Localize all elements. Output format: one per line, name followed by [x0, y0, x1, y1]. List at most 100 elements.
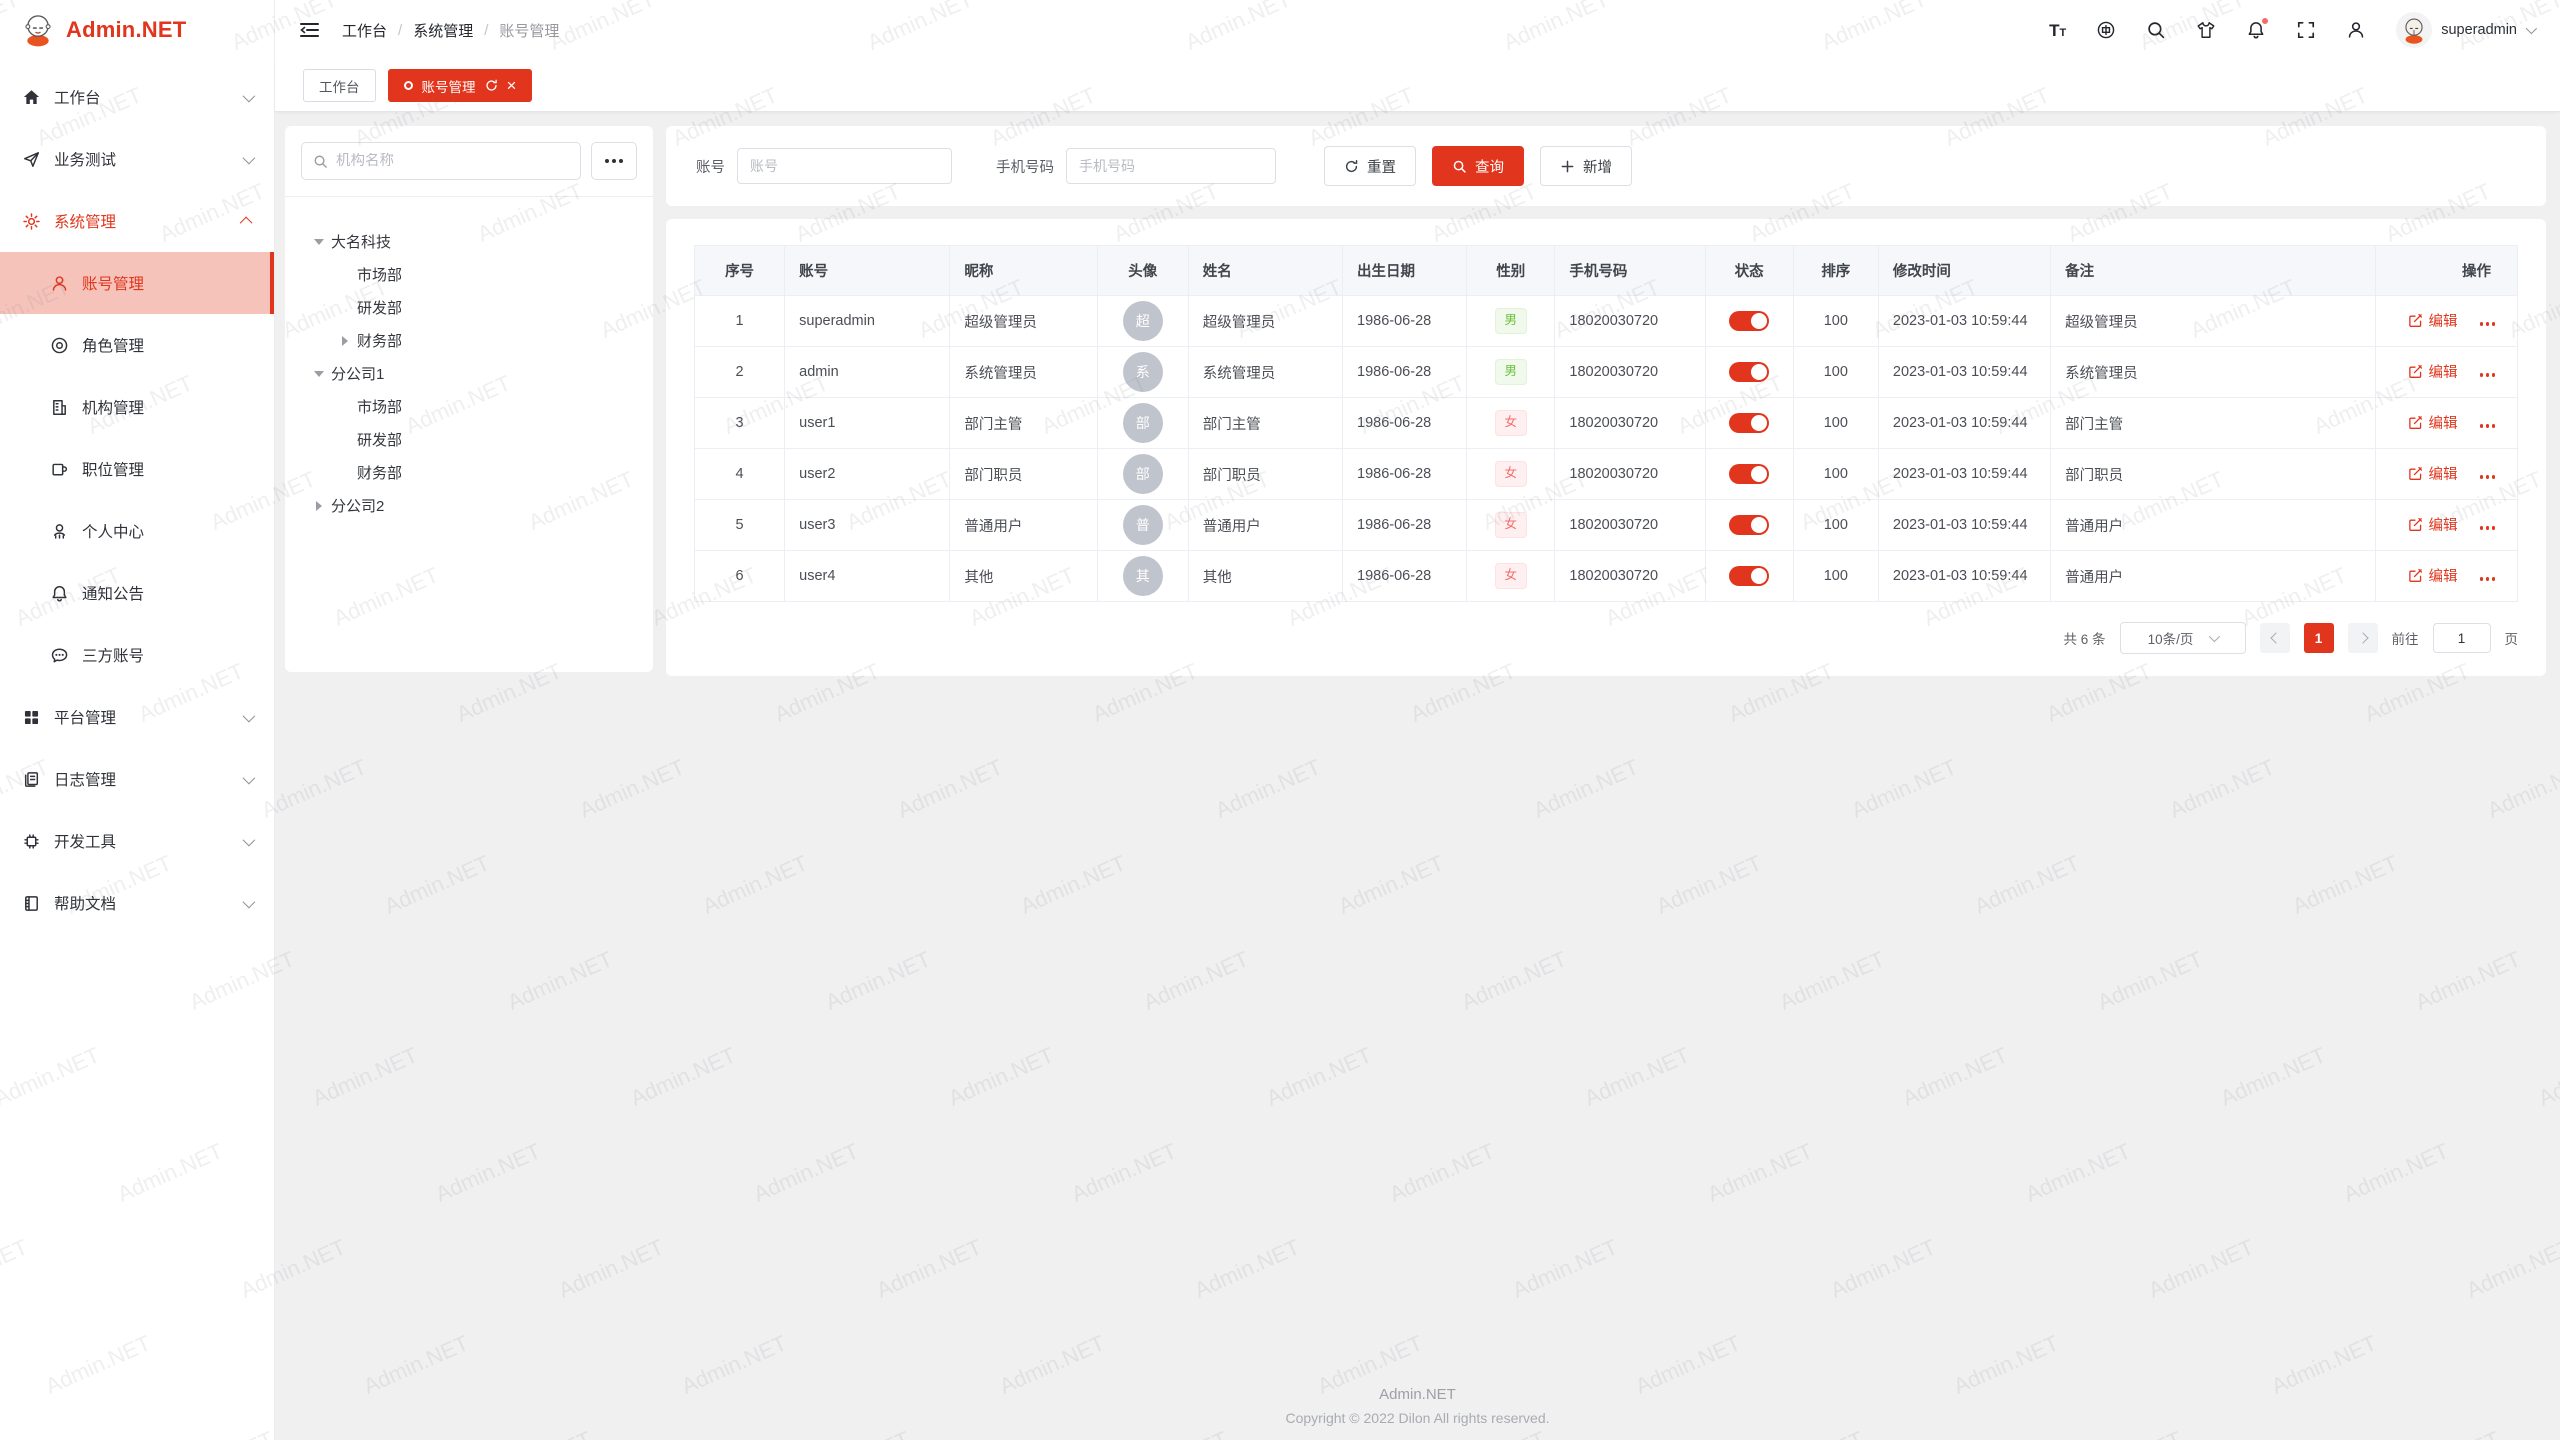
sidebar-item-position[interactable]: 职位管理: [0, 438, 274, 500]
brand[interactable]: Admin.NET: [0, 0, 274, 60]
table-cell: 编辑: [2375, 500, 2517, 551]
sidebar-item-bell[interactable]: 通知公告: [0, 562, 274, 624]
pagination: 共 6 条 10条/页 1 前往 页: [694, 622, 2518, 654]
sidebar-item-home[interactable]: 工作台: [0, 66, 274, 128]
tree-node-label: 市场部: [357, 264, 402, 285]
caret-down-icon[interactable]: [313, 368, 325, 380]
current-page-button[interactable]: 1: [2304, 623, 2334, 653]
sidebar-item-tools[interactable]: 开发工具: [0, 810, 274, 872]
tree-node[interactable]: 分公司2: [301, 489, 637, 522]
table-cell: 100: [1793, 449, 1878, 500]
row-more-button[interactable]: [2480, 322, 2496, 326]
status-toggle[interactable]: [1729, 515, 1769, 535]
tree-node[interactable]: 财务部: [301, 324, 637, 357]
tree-more-button[interactable]: [591, 142, 637, 180]
row-more-button[interactable]: [2480, 424, 2496, 428]
tab-workbench[interactable]: 工作台: [303, 69, 376, 102]
gear-icon: [22, 212, 41, 231]
sidebar-item-profile[interactable]: 个人中心: [0, 500, 274, 562]
prev-page-button[interactable]: [2260, 623, 2290, 653]
caret-right-icon[interactable]: [313, 500, 325, 512]
org-search-field[interactable]: [301, 142, 581, 180]
tree-node-label: 财务部: [357, 462, 402, 483]
caret-down-icon[interactable]: [313, 236, 325, 248]
sidebar-item-book[interactable]: 帮助文档: [0, 872, 274, 934]
status-toggle[interactable]: [1729, 311, 1769, 331]
sidebar-item-user[interactable]: 账号管理: [0, 252, 274, 314]
status-toggle[interactable]: [1729, 566, 1769, 586]
phone-input[interactable]: [1066, 148, 1276, 184]
sidebar-item-label: 业务测试: [54, 148, 243, 170]
font-size-icon[interactable]: TT: [2049, 22, 2066, 39]
edit-button[interactable]: 编辑: [2408, 514, 2458, 535]
sidebar-item-grid[interactable]: 平台管理: [0, 686, 274, 748]
status-toggle[interactable]: [1729, 464, 1769, 484]
language-icon[interactable]: [2096, 20, 2116, 40]
menu-collapse-icon[interactable]: [299, 21, 320, 39]
profile-icon[interactable]: [2346, 20, 2366, 40]
sidebar-item-gear[interactable]: 系统管理: [0, 190, 274, 252]
sidebar-item-send[interactable]: 业务测试: [0, 128, 274, 190]
table-body: 1superadmin超级管理员超超级管理员1986-06-28男1802003…: [695, 296, 2518, 602]
org-search-input[interactable]: [336, 153, 569, 169]
table-row: 6user4其他其其他1986-06-28女180200307201002023…: [695, 551, 2518, 602]
account-input[interactable]: [737, 148, 952, 184]
tree-node[interactable]: 市场部: [301, 258, 637, 291]
tab-account-management[interactable]: 账号管理 ×: [388, 69, 533, 102]
column-header: 昵称: [950, 246, 1097, 296]
table-cell: 部: [1097, 398, 1188, 449]
app-root: Admin.NET 工作台业务测试系统管理账号管理角色管理机构管理职位管理个人中…: [0, 0, 2560, 1440]
theme-icon[interactable]: [2196, 20, 2216, 40]
caret-right-icon[interactable]: [339, 335, 351, 347]
breadcrumb-item[interactable]: 工作台: [342, 20, 387, 41]
edit-button[interactable]: 编辑: [2408, 412, 2458, 433]
user-icon: [50, 274, 69, 293]
sidebar-item-label: 工作台: [54, 86, 243, 108]
edit-button[interactable]: 编辑: [2408, 463, 2458, 484]
edit-button[interactable]: 编辑: [2408, 565, 2458, 586]
page-unit-label: 页: [2505, 628, 2519, 648]
fullscreen-icon[interactable]: [2296, 20, 2316, 40]
tree-node[interactable]: 分公司1: [301, 357, 637, 390]
notification-bell-icon[interactable]: [2246, 20, 2266, 40]
refresh-icon[interactable]: [485, 79, 498, 92]
edit-button[interactable]: 编辑: [2408, 310, 2458, 331]
row-more-button[interactable]: [2480, 577, 2496, 581]
edit-button[interactable]: 编辑: [2408, 361, 2458, 382]
sidebar-item-chat[interactable]: 三方账号: [0, 624, 274, 686]
breadcrumb-item[interactable]: 系统管理: [413, 20, 473, 41]
org-icon: [50, 398, 69, 417]
row-more-button[interactable]: [2480, 475, 2496, 479]
row-more-button[interactable]: [2480, 373, 2496, 377]
tree-node[interactable]: 研发部: [301, 423, 637, 456]
table-cell: 系统管理员: [2051, 347, 2376, 398]
table-cell: 5: [695, 500, 785, 551]
sidebar-item-label: 账号管理: [82, 272, 252, 294]
table-cell: 超级管理员: [1188, 296, 1342, 347]
page-size-select[interactable]: 10条/页: [2120, 622, 2246, 654]
goto-page-input[interactable]: [2433, 623, 2491, 653]
status-toggle[interactable]: [1729, 362, 1769, 382]
search-icon[interactable]: [2146, 20, 2166, 40]
sidebar-item-logs[interactable]: 日志管理: [0, 748, 274, 810]
tree-node[interactable]: 研发部: [301, 291, 637, 324]
search-button[interactable]: 查询: [1432, 146, 1524, 186]
tree-node[interactable]: 财务部: [301, 456, 637, 489]
row-more-button[interactable]: [2480, 526, 2496, 530]
tree-node[interactable]: 大名科技: [301, 225, 637, 258]
next-page-button[interactable]: [2348, 623, 2378, 653]
add-button[interactable]: 新增: [1540, 146, 1632, 186]
table-cell: [1705, 398, 1793, 449]
tree-node[interactable]: 市场部: [301, 390, 637, 423]
close-icon[interactable]: ×: [507, 77, 517, 94]
reset-button[interactable]: 重置: [1324, 146, 1416, 186]
status-toggle[interactable]: [1729, 413, 1769, 433]
grid-icon: [22, 708, 41, 727]
tabbar: 工作台 账号管理 ×: [275, 60, 2560, 112]
gender-badge: 女: [1495, 563, 1528, 589]
sidebar-item-org[interactable]: 机构管理: [0, 376, 274, 438]
sidebar-item-role[interactable]: 角色管理: [0, 314, 274, 376]
user-menu[interactable]: superadmin: [2396, 12, 2534, 48]
table-cell: 100: [1793, 551, 1878, 602]
table-cell: 100: [1793, 500, 1878, 551]
